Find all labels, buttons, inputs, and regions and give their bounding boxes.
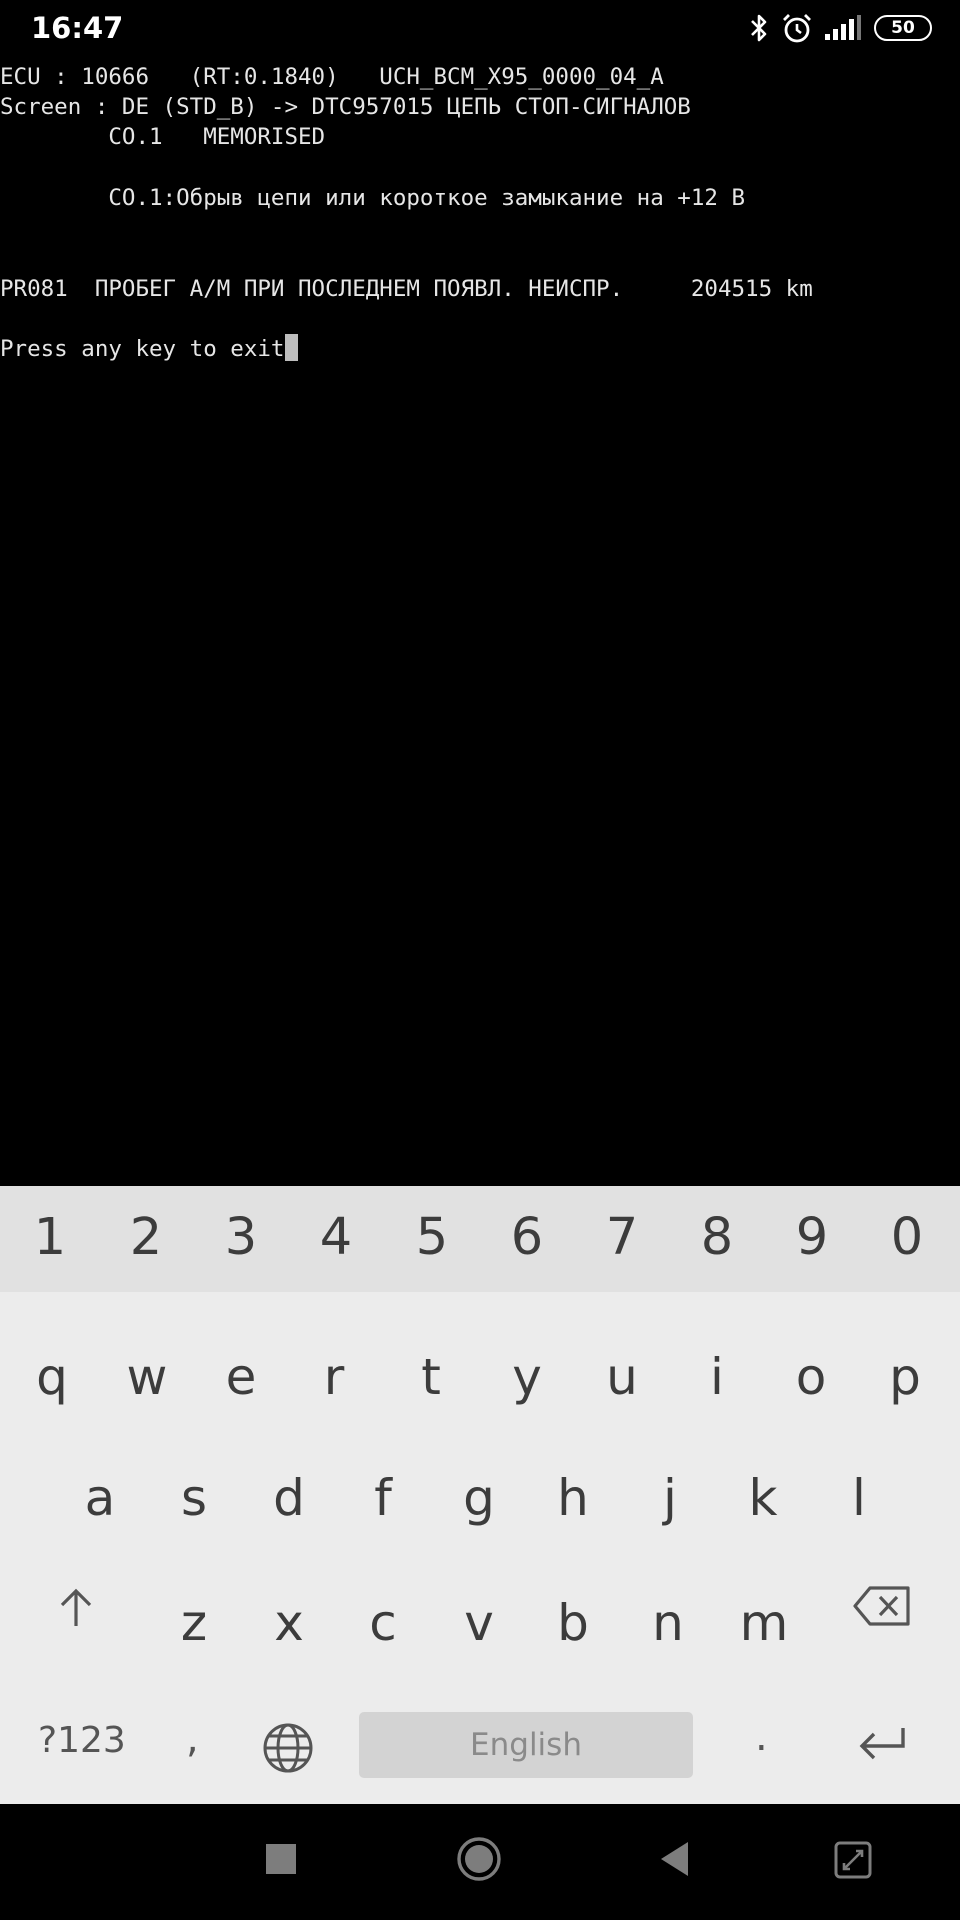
key-m[interactable]: m [724,1594,804,1652]
terminal-line-mileage: PR081 ПРОБЕГ А/М ПРИ ПОСЛЕДНЕМ ПОЯВЛ. НЕ… [0,276,813,302]
backspace-icon[interactable] [852,1584,912,1628]
screenshot-icon[interactable] [834,1841,872,1879]
signal-icon [825,15,861,40]
key-b[interactable]: b [533,1594,613,1652]
status-time: 16:47 [31,11,124,45]
soft-keyboard: 1 2 3 4 5 6 7 8 9 0 q w e r t y u i o p … [0,1186,960,1804]
battery-icon: 50 [874,15,932,41]
text-cursor [285,334,299,361]
back-triangle-icon[interactable] [660,1841,690,1877]
recents-square-icon[interactable] [265,1843,297,1875]
enter-icon[interactable] [856,1724,908,1764]
key-6[interactable]: 6 [487,1208,567,1267]
key-n[interactable]: n [628,1594,708,1652]
key-period[interactable]: . [755,1714,768,1760]
key-u[interactable]: u [582,1348,662,1406]
key-s[interactable]: s [154,1469,234,1527]
key-r[interactable]: r [294,1348,374,1406]
terminal-line-ecu: ECU : 10666 (RT:0.1840) UCH_BCM_X95_0000… [0,64,664,90]
key-1[interactable]: 1 [10,1208,90,1267]
key-2[interactable]: 2 [106,1208,186,1267]
key-k[interactable]: k [723,1469,803,1527]
home-circle-icon[interactable] [456,1836,502,1882]
key-a[interactable]: a [60,1469,140,1527]
key-j[interactable]: j [630,1469,710,1527]
key-i[interactable]: i [677,1348,757,1406]
key-7[interactable]: 7 [582,1208,662,1267]
key-4[interactable]: 4 [296,1208,376,1267]
key-z[interactable]: z [154,1594,234,1652]
key-x[interactable]: x [249,1594,329,1652]
terminal-line-description: CO.1:Обрыв цепи или короткое замыкание н… [0,185,746,211]
status-icons: 50 [748,12,932,44]
number-row: 1 2 3 4 5 6 7 8 9 0 [0,1186,960,1292]
key-c[interactable]: c [343,1594,423,1652]
key-h[interactable]: h [533,1469,613,1527]
globe-icon[interactable] [262,1722,314,1774]
alarm-icon [783,14,811,43]
status-bar: 16:47 50 [0,0,960,58]
key-f[interactable]: f [343,1469,423,1527]
key-8[interactable]: 8 [677,1208,757,1267]
symbols-key[interactable]: ?123 [38,1720,126,1761]
bottom-row: ?123 , English . [0,1682,960,1804]
key-q[interactable]: q [12,1348,92,1406]
key-t[interactable]: t [391,1348,471,1406]
spacebar[interactable]: English [359,1712,693,1778]
shift-arrow-icon[interactable] [56,1586,96,1630]
bluetooth-icon [751,14,767,42]
key-5[interactable]: 5 [392,1208,472,1267]
key-9[interactable]: 9 [772,1208,852,1267]
key-l[interactable]: l [819,1469,899,1527]
key-o[interactable]: o [771,1348,851,1406]
key-d[interactable]: d [249,1469,329,1527]
key-p[interactable]: p [865,1348,945,1406]
key-y[interactable]: y [487,1348,567,1406]
key-v[interactable]: v [439,1594,519,1652]
key-g[interactable]: g [439,1469,519,1527]
key-w[interactable]: w [107,1348,187,1406]
terminal-line-screen: Screen : DE (STD_B) -> DTC957015 ЦЕПЬ СТ… [0,94,691,120]
key-3[interactable]: 3 [201,1208,281,1267]
terminal-line-status: CO.1 MEMORISED [0,124,326,150]
key-0[interactable]: 0 [867,1208,947,1267]
key-e[interactable]: e [201,1348,281,1406]
terminal-prompt: Press any key to exit [0,336,285,362]
navigation-bar [0,1804,960,1920]
key-comma[interactable]: , [186,1716,199,1762]
terminal-prompt-line: Press any key to exit [0,334,299,364]
terminal-output: ECU : 10666 (RT:0.1840) UCH_BCM_X95_0000… [0,58,960,1186]
